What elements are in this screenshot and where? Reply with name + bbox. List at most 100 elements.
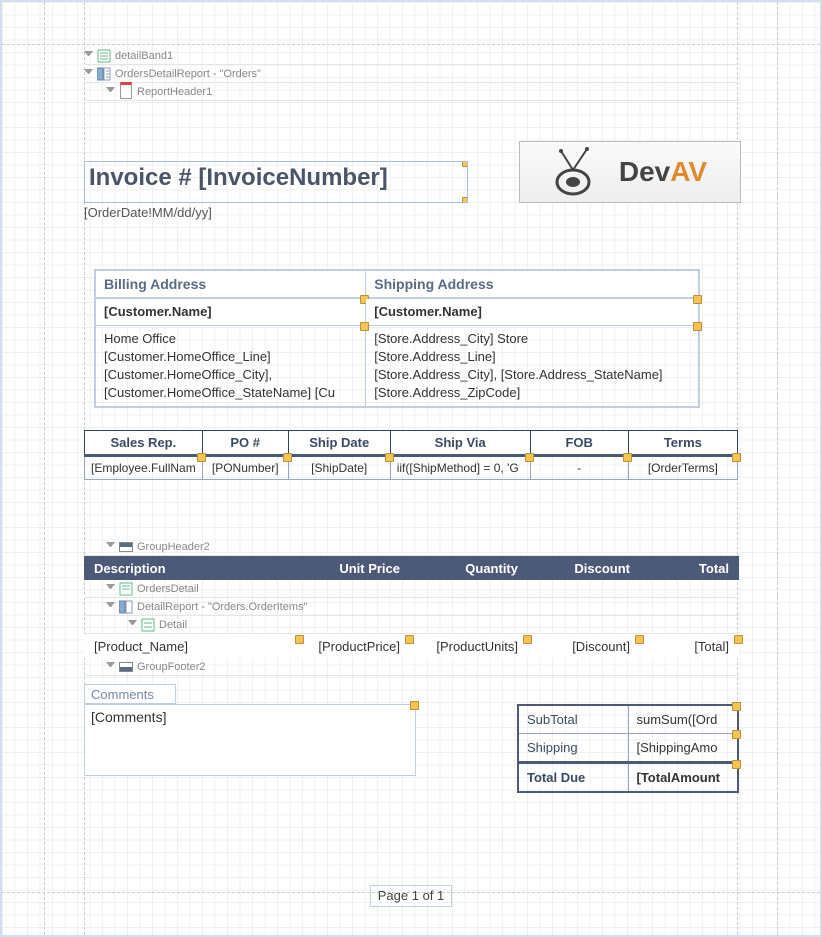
shipping-value[interactable]: [ShippingAmo (628, 734, 738, 763)
shipping-label: Shipping (518, 734, 628, 763)
cell-total[interactable]: [Total] (640, 639, 739, 654)
cell-fob[interactable]: - (530, 456, 628, 480)
cell-po[interactable]: [PONumber] (202, 456, 288, 480)
resize-handle[interactable] (734, 635, 743, 644)
shipping-lines[interactable]: [Store.Address_City] Store [Store.Addres… (366, 326, 699, 408)
cell-text: [ShippingAmo (637, 740, 718, 755)
cell-text: [PONumber] (212, 461, 279, 475)
resize-handle[interactable] (410, 701, 419, 710)
cell-text: - (577, 461, 581, 475)
cell-text: [ProductUnits] (436, 639, 518, 654)
resize-handle[interactable] (462, 197, 468, 203)
col-total-h: Total (640, 561, 739, 576)
page-number-field[interactable]: Page 1 of 1 (370, 885, 452, 907)
cell-qty[interactable]: [ProductUnits] (410, 639, 528, 654)
expander-icon[interactable] (128, 620, 137, 629)
billing-name-text: [Customer.Name] (104, 304, 212, 319)
col-fob-h: FOB (530, 431, 628, 456)
band-label: GroupFooter2 (137, 661, 205, 673)
band-groupheader2[interactable]: GroupHeader2 (84, 538, 739, 556)
subtotal-label: SubTotal (518, 705, 628, 734)
expander-icon[interactable] (106, 602, 115, 611)
cell-product-name[interactable]: [Product_Name] (84, 639, 300, 654)
comments-label[interactable]: Comments (84, 684, 176, 704)
totaldue-value[interactable]: [TotalAmount (628, 763, 738, 793)
band-detailband1[interactable]: detailBand1 (84, 47, 739, 65)
cell-disc[interactable]: [Discount] (528, 639, 640, 654)
billing-line: Home Office (104, 330, 357, 348)
groupfooter-icon (119, 660, 133, 674)
expander-icon[interactable] (84, 69, 93, 78)
comments-field[interactable]: [Comments] (84, 704, 416, 776)
expander-icon[interactable] (106, 662, 115, 671)
billing-line: [Customer.HomeOffice_StateName] [Cu (104, 384, 357, 402)
expander-icon[interactable] (84, 51, 93, 60)
band-reportheader1[interactable]: ReportHeader1 (84, 83, 739, 101)
resize-handle[interactable] (732, 702, 741, 711)
resize-handle[interactable] (732, 760, 741, 769)
col-price-h: Unit Price (300, 561, 410, 576)
detail-data-row[interactable]: [Product_Name] [ProductPrice] [ProductUn… (84, 634, 739, 658)
cell-price[interactable]: [ProductPrice] (300, 639, 410, 654)
address-table[interactable]: Billing Address Shipping Address [Custom… (94, 269, 700, 408)
detail-header-row[interactable]: Description Unit Price Quantity Discount… (84, 556, 739, 580)
band-ordersdetailreport[interactable]: OrdersDetailReport - "Orders" (84, 65, 739, 83)
band-label: OrdersDetailReport - "Orders" (115, 68, 261, 80)
shipping-line: [Store.Address_City], [Store.Address_Sta… (374, 366, 690, 384)
subreport-icon (119, 600, 133, 614)
cell-text: [Total] (694, 639, 729, 654)
col-po-h: PO # (202, 431, 288, 456)
col-salesrep-h: Sales Rep. (85, 431, 203, 456)
resize-handle[interactable] (732, 453, 741, 462)
cell-text: [ShipDate] (311, 461, 367, 475)
summary-table[interactable]: SubTotal sumSum([Ord Shipping [ShippingA… (517, 704, 739, 793)
subreport-icon (97, 67, 111, 81)
shipping-line: [Store.Address_City] Store (374, 330, 690, 348)
invoice-title-field[interactable]: Invoice # [InvoiceNumber] (84, 161, 468, 203)
comments-text: [Comments] (91, 709, 166, 725)
logo-image[interactable]: DevAV (519, 141, 741, 203)
col-shipvia-h: Ship Via (390, 431, 530, 456)
expander-icon[interactable] (106, 87, 115, 96)
resize-handle[interactable] (693, 322, 702, 331)
order-date-field[interactable]: [OrderDate!MM/dd/yy] (84, 205, 212, 220)
shipping-header: Shipping Address (366, 270, 699, 298)
band-detail[interactable]: Detail (84, 616, 739, 634)
order-info-table[interactable]: Sales Rep. PO # Ship Date Ship Via FOB T… (84, 430, 738, 480)
band-label: GroupHeader2 (137, 541, 210, 553)
col-disc-h: Discount (528, 561, 640, 576)
band-detailreport[interactable]: DetailReport - "Orders.OrderItems" (84, 598, 739, 616)
billing-line: [Customer.HomeOffice_Line] (104, 348, 357, 366)
cell-shipdate[interactable]: [ShipDate] (288, 456, 390, 480)
cell-text: [Discount] (572, 639, 630, 654)
band-label: DetailReport - "Orders.OrderItems" (137, 601, 307, 613)
resize-handle[interactable] (732, 730, 741, 739)
band-ordersdetail[interactable]: OrdersDetail (84, 580, 739, 598)
resize-handle[interactable] (693, 295, 702, 304)
expander-icon[interactable] (106, 584, 115, 593)
band-groupfooter2[interactable]: GroupFooter2 (84, 658, 739, 676)
band-icon (119, 582, 133, 596)
billing-line: [Customer.HomeOffice_City], (104, 366, 357, 384)
report-designer-canvas: detailBand1 OrdersDetailReport - "Orders… (0, 0, 822, 937)
cell-text: sumSum([Ord (637, 712, 718, 727)
cell-salesrep[interactable]: [Employee.FullNam (85, 456, 203, 480)
band-label: detailBand1 (115, 50, 173, 62)
shipping-line: [Store.Address_Line] (374, 348, 690, 366)
subtotal-value[interactable]: sumSum([Ord (628, 705, 738, 734)
resize-handle[interactable] (462, 161, 468, 167)
cell-text: iif([ShipMethod] = 0, 'G (397, 461, 519, 475)
cell-text: [Product_Name] (94, 639, 188, 654)
col-desc-h: Description (84, 561, 300, 576)
billing-name[interactable]: [Customer.Name] (95, 298, 366, 326)
devav-logo-icon (553, 147, 613, 197)
cell-shipvia[interactable]: iif([ShipMethod] = 0, 'G (390, 456, 530, 480)
cell-terms[interactable]: [OrderTerms] (628, 456, 737, 480)
billing-lines[interactable]: Home Office [Customer.HomeOffice_Line] [… (95, 326, 366, 408)
band-label: OrdersDetail (137, 583, 199, 595)
expander-icon[interactable] (106, 542, 115, 551)
col-shipdate-h: Ship Date (288, 431, 390, 456)
cell-text: [ProductPrice] (318, 639, 400, 654)
shipping-name-text: [Customer.Name] (374, 304, 482, 319)
shipping-name[interactable]: [Customer.Name] (366, 298, 699, 326)
